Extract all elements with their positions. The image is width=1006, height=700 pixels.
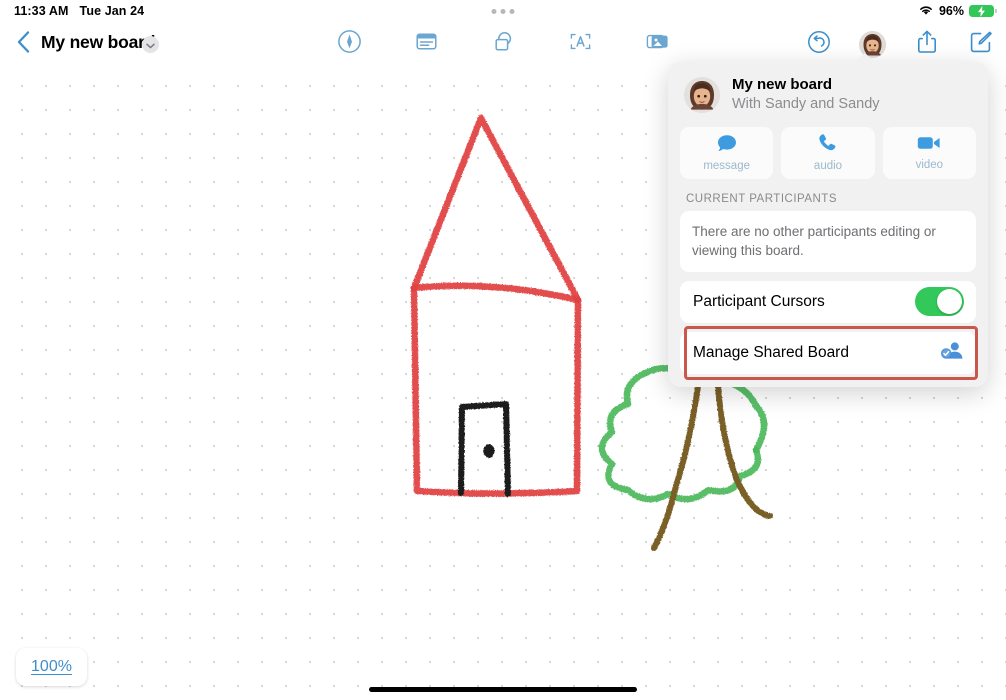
participants-section-header: CURRENT PARTICIPANTS	[686, 192, 837, 205]
manage-shared-board-label: Manage Shared Board	[693, 343, 849, 361]
popover-action-buttons: message audio video	[680, 126, 976, 179]
status-bar-left: 11:33 AM Tue Jan 24	[14, 4, 144, 18]
video-camera-icon	[917, 135, 941, 156]
status-bar: 11:33 AM Tue Jan 24 96%	[0, 0, 1006, 22]
video-button[interactable]: video	[882, 126, 976, 179]
phone-icon	[818, 133, 837, 157]
sticky-note-tool[interactable]	[413, 31, 440, 58]
shapes-icon	[491, 29, 516, 59]
media-tool[interactable]	[644, 31, 671, 58]
status-bar-right: 96%	[918, 4, 997, 19]
audio-button[interactable]: audio	[781, 126, 875, 179]
undo-icon	[807, 30, 831, 59]
participants-empty-message: There are no other participants editing …	[680, 210, 976, 272]
battery-charging-icon	[969, 4, 997, 18]
shapes-tool[interactable]	[490, 31, 517, 58]
audio-label: audio	[813, 160, 843, 173]
popover-arrow	[854, 53, 876, 63]
popover-header: My new board With Sandy and Sandy	[680, 75, 976, 114]
popover-avatar	[684, 76, 720, 113]
home-indicator[interactable]	[369, 687, 637, 692]
back-button[interactable]	[10, 30, 36, 58]
popover-board-subtitle: With Sandy and Sandy	[732, 95, 880, 112]
nav-right-tools	[805, 22, 994, 66]
person-check-icon	[940, 340, 964, 365]
video-label: video	[915, 158, 944, 171]
share-icon	[916, 29, 938, 59]
participant-cursors-toggle[interactable]	[915, 287, 964, 317]
zoom-level-label: 100%	[31, 658, 72, 675]
share-button[interactable]	[913, 29, 940, 59]
status-date: Tue Jan 24	[79, 4, 145, 18]
undo-button[interactable]	[805, 30, 832, 59]
markup-pen-tool[interactable]	[336, 29, 363, 59]
title-menu-button[interactable]	[142, 36, 159, 53]
text-box-tool[interactable]	[567, 31, 594, 58]
ipad-freeform-screen: 11:33 AM Tue Jan 24 96% My new board 100…	[0, 0, 1006, 700]
status-time: 11:33 AM	[14, 4, 69, 18]
photos-icon	[645, 29, 670, 59]
manage-shared-board-row[interactable]: Manage Shared Board	[680, 331, 976, 374]
house-body	[410, 282, 582, 497]
note-icon	[414, 29, 439, 59]
multitasking-dots-icon[interactable]	[491, 8, 515, 14]
manage-shared-board-wrapper: Manage Shared Board	[680, 325, 978, 380]
popover-header-text: My new board With Sandy and Sandy	[732, 76, 880, 114]
participant-cursors-label: Participant Cursors	[693, 292, 825, 310]
wifi-icon	[918, 4, 934, 19]
popover-board-title: My new board	[732, 76, 833, 93]
message-bubble-icon	[717, 134, 737, 157]
chevron-down-icon	[146, 36, 155, 54]
message-label: message	[703, 159, 750, 172]
message-button[interactable]: message	[680, 126, 774, 179]
house-roof	[410, 114, 582, 304]
collaboration-popover: My new board With Sandy and Sandy messag…	[668, 53, 988, 387]
text-box-icon	[568, 29, 593, 59]
house-door	[458, 401, 511, 497]
chevron-left-icon	[17, 30, 30, 58]
compose-button[interactable]	[967, 31, 994, 58]
battery-percent: 96%	[938, 4, 964, 18]
participant-cursors-row[interactable]: Participant Cursors	[680, 280, 976, 323]
page-title: My new board	[41, 32, 156, 52]
zoom-level-button[interactable]: 100%	[16, 648, 87, 686]
pen-circle-icon	[337, 29, 362, 59]
compose-icon	[969, 30, 993, 59]
